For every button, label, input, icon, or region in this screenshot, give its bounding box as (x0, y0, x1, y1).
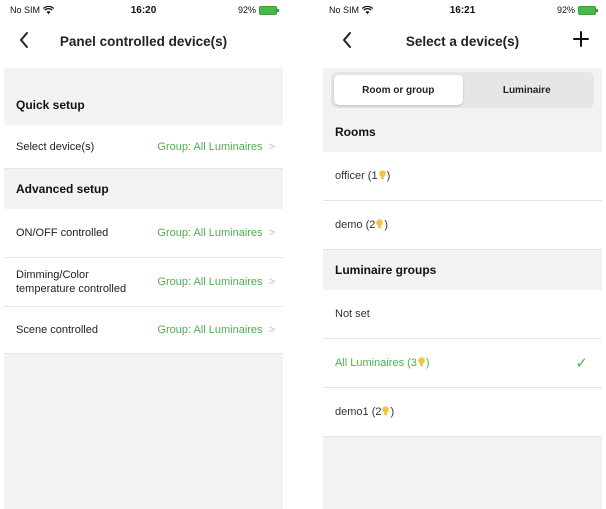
onoff-controlled-row[interactable]: ON/OFF controlled Group: All Luminaires … (4, 209, 283, 258)
page-title: Panel controlled device(s) (59, 34, 228, 49)
select-devices-row[interactable]: Select device(s) Group: All Luminaires > (4, 125, 283, 169)
row-label: Dimming/Color temperature controlled (16, 269, 127, 295)
room-suffix: ) (384, 219, 389, 231)
group-label: demo1 (2) (335, 406, 394, 418)
battery-percent: 92% (237, 5, 256, 15)
group-item-all-luminaires[interactable]: All Luminaires (3) ✓ (323, 339, 602, 388)
group-suffix: ) (390, 406, 395, 418)
row-value: Group: All Luminaires > (157, 141, 275, 153)
group-value: Group: All Luminaires (157, 324, 263, 336)
room-label: officer (1) (335, 170, 390, 182)
chevron-right-icon: > (268, 227, 275, 239)
scene-controlled-row[interactable]: Scene controlled Group: All Luminaires > (4, 307, 283, 354)
row-label: ON/OFF controlled (16, 227, 109, 239)
row-value: Group: All Luminaires > (157, 227, 275, 239)
spacer (4, 68, 283, 85)
group-value: Group: All Luminaires (157, 227, 263, 239)
battery-icon (578, 5, 598, 15)
group-label: Not set (335, 308, 370, 320)
bulb-icon (376, 219, 384, 229)
segment-room-or-group[interactable]: Room or group (334, 75, 463, 105)
row-value: Group: All Luminaires > (157, 276, 275, 288)
battery-icon (259, 5, 279, 15)
plus-icon[interactable] (572, 29, 590, 53)
room-item-officer[interactable]: officer (1) (323, 152, 602, 201)
segmented-control-wrap: Room or group Luminaire (323, 68, 602, 112)
room-suffix: ) (386, 170, 391, 182)
page-title: Select a device(s) (405, 34, 520, 49)
battery-status: 92% (556, 5, 598, 15)
group-label: All Luminaires (3) (335, 357, 430, 369)
room-name: demo (2 (335, 219, 376, 231)
bulb-icon (382, 406, 390, 416)
luminaire-groups-header: Luminaire groups (323, 250, 602, 290)
battery-percent: 92% (556, 5, 575, 15)
navigation-bar: Select a device(s) (323, 22, 602, 62)
room-name: officer (1 (335, 170, 378, 182)
group-item-demo1[interactable]: demo1 (2) (323, 388, 602, 437)
group-name: All Luminaires (3 (335, 357, 417, 369)
dimming-controlled-row[interactable]: Dimming/Color temperature controlled Gro… (4, 258, 283, 307)
segmented-control: Room or group Luminaire (331, 72, 594, 108)
bulb-icon (378, 170, 386, 180)
status-bar: No SIM 16:21 92% (323, 0, 602, 22)
room-label: demo (2) (335, 219, 388, 231)
chevron-right-icon: > (268, 276, 275, 288)
select-device-screen: No SIM 16:21 92% Select a device(s) Room… (323, 0, 602, 509)
chevron-right-icon: > (268, 324, 275, 336)
group-suffix: ) (425, 357, 430, 369)
room-item-demo[interactable]: demo (2) (323, 201, 602, 250)
rooms-header: Rooms (323, 112, 602, 152)
group-value: Group: All Luminaires (157, 140, 263, 153)
row-label: Scene controlled (16, 324, 98, 336)
quick-setup-header: Quick setup (4, 85, 283, 125)
status-bar: No SIM 16:20 92% (4, 0, 283, 22)
chevron-right-icon: > (268, 140, 275, 153)
panel-controlled-screen: No SIM 16:20 92% Panel controlled device… (4, 0, 283, 509)
check-icon: ✓ (575, 355, 588, 372)
top-bar: No SIM 16:20 92% Panel controlled device… (4, 0, 283, 68)
group-name: demo1 (2 (335, 406, 382, 418)
segment-luminaire[interactable]: Luminaire (463, 75, 592, 105)
top-bar: No SIM 16:21 92% Select a device(s) (323, 0, 602, 68)
advanced-setup-header: Advanced setup (4, 169, 283, 209)
battery-status: 92% (237, 5, 279, 15)
group-value: Group: All Luminaires (157, 276, 263, 288)
bulb-icon (418, 357, 425, 367)
navigation-bar: Panel controlled device(s) (4, 22, 283, 62)
row-value: Group: All Luminaires > (157, 324, 275, 336)
group-item-not-set[interactable]: Not set (323, 290, 602, 339)
row-label: Select device(s) (16, 140, 95, 153)
